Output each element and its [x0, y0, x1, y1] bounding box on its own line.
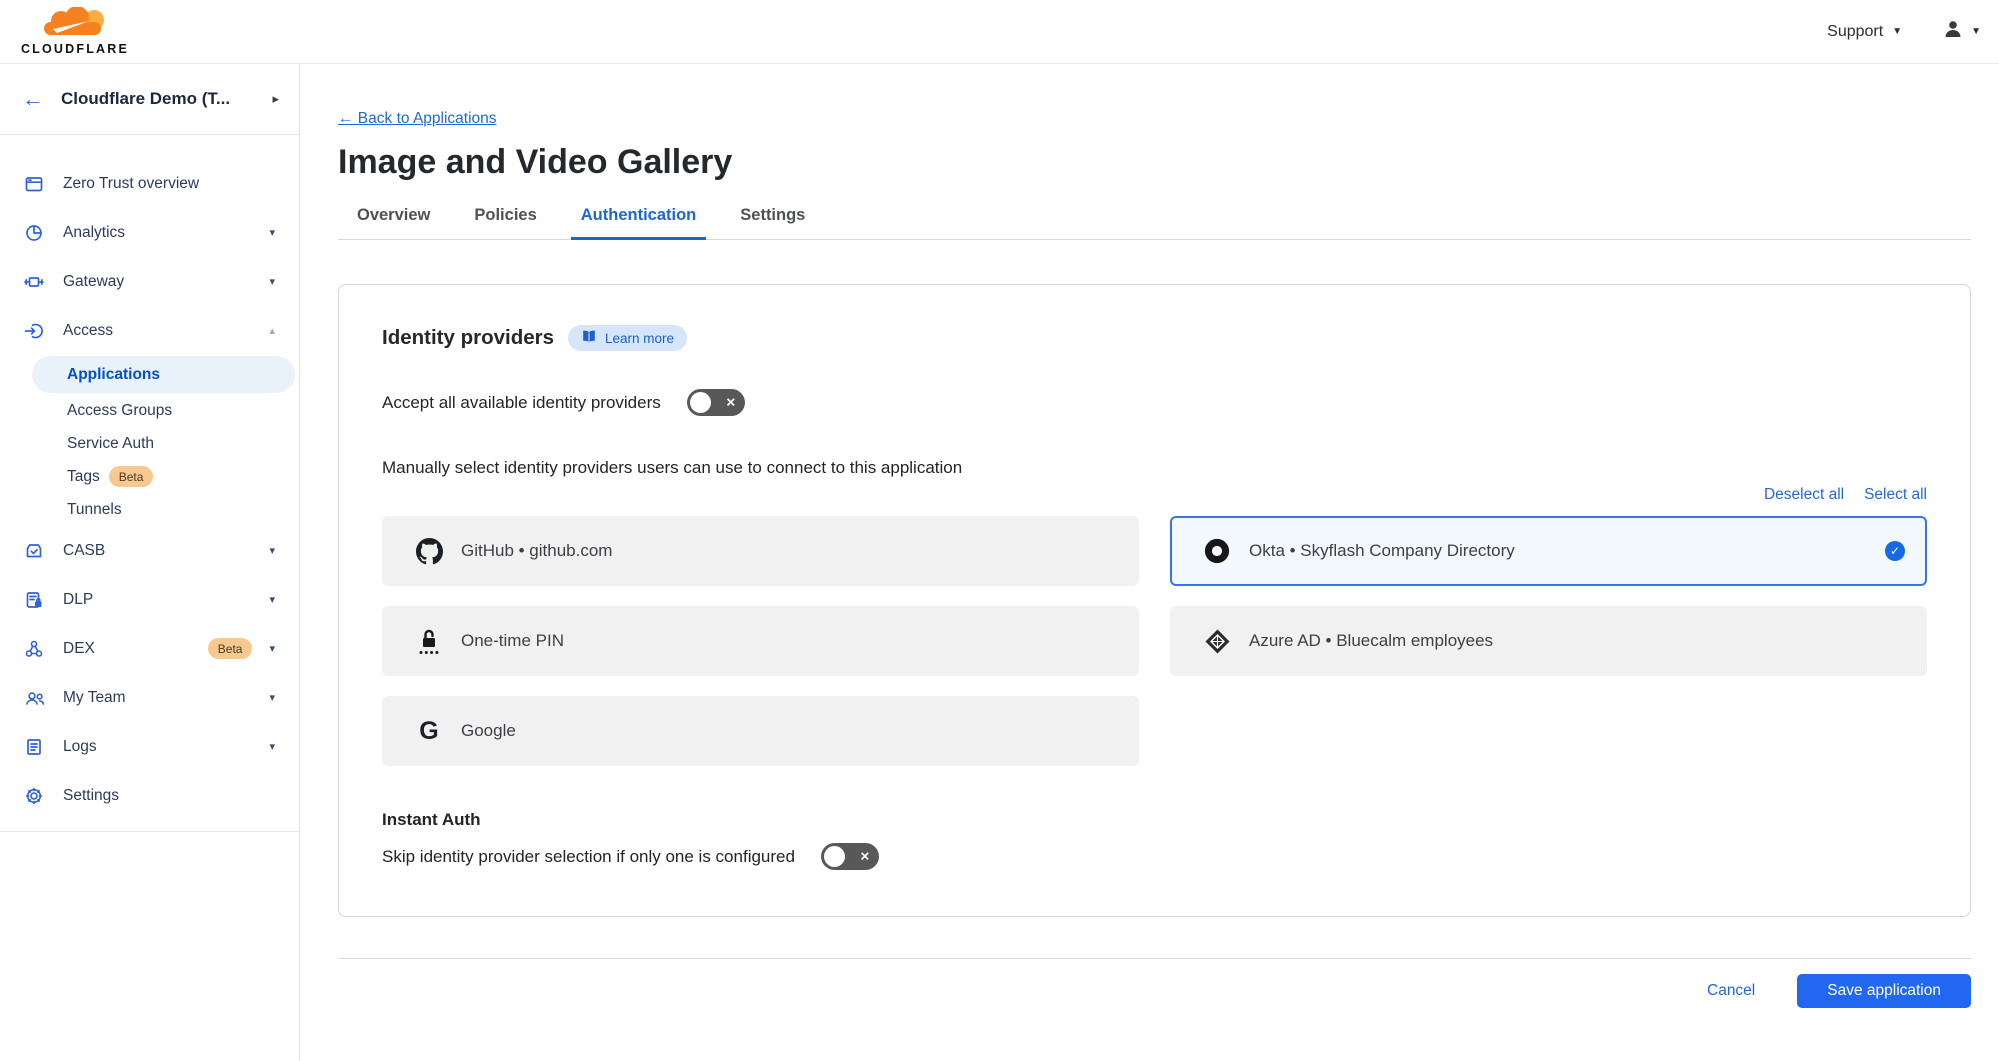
instant-auth-label: Skip identity provider selection if only…	[382, 847, 795, 867]
identity-providers-card: Identity providers Learn more Accept all…	[338, 284, 1971, 917]
analytics-pie-icon	[24, 223, 46, 243]
my-team-people-icon	[24, 688, 46, 708]
sidebar-item-analytics[interactable]: Analytics ▾	[0, 208, 299, 257]
sidebar-item-tags[interactable]: Tags Beta	[0, 460, 299, 493]
cloudflare-cloud-icon	[31, 7, 119, 44]
support-menu[interactable]: Support ▼	[1827, 23, 1902, 41]
support-label: Support	[1827, 23, 1883, 41]
instant-auth-heading: Instant Auth	[382, 810, 1927, 830]
dex-network-icon	[24, 639, 46, 659]
tab-settings[interactable]: Settings	[730, 206, 815, 240]
provider-grid: GitHub • github.com Okta • Skyflash Comp…	[382, 516, 1927, 766]
provider-azure-ad[interactable]: Azure AD • Bluecalm employees	[1170, 606, 1927, 676]
learn-more-badge[interactable]: Learn more	[568, 325, 687, 351]
sidebar-item-tunnels[interactable]: Tunnels	[0, 493, 299, 526]
cloudflare-logo[interactable]: CLOUDFLARE	[12, 7, 138, 56]
provider-one-time-pin[interactable]: One-time PIN	[382, 606, 1139, 676]
gateway-icon	[24, 272, 46, 292]
main-content: ← Back to Applications Image and Video G…	[300, 64, 1999, 1061]
provider-google[interactable]: G Google	[382, 696, 1139, 766]
provider-github[interactable]: GitHub • github.com	[382, 516, 1139, 586]
one-time-pin-lock-icon	[414, 628, 444, 655]
user-menu[interactable]: ▼	[1942, 19, 1981, 44]
instant-auth-row: Skip identity provider selection if only…	[382, 843, 1927, 870]
toggle-off-x-icon: ✕	[726, 395, 736, 409]
manual-select-text: Manually select identity providers users…	[382, 458, 1927, 478]
chevron-down-icon: ▾	[269, 642, 275, 655]
learn-more-label: Learn more	[605, 331, 674, 346]
chevron-down-icon: ▾	[269, 544, 275, 557]
back-arrow-icon[interactable]: ←	[22, 88, 44, 110]
chevron-down-icon: ▼	[1971, 26, 1981, 37]
chevron-right-icon[interactable]: ▸	[272, 91, 279, 107]
overview-window-icon	[24, 174, 46, 194]
cancel-button[interactable]: Cancel	[1707, 982, 1755, 1000]
dlp-document-lock-icon	[24, 590, 46, 610]
card-header: Identity providers Learn more	[382, 325, 1927, 351]
sidebar-item-gateway[interactable]: Gateway ▾	[0, 257, 299, 306]
github-icon	[414, 538, 444, 565]
tab-bar: Overview Policies Authentication Setting…	[338, 206, 1971, 240]
beta-badge: Beta	[109, 466, 154, 487]
select-all-link[interactable]: Select all	[1864, 486, 1927, 504]
sidebar-nav: Zero Trust overview Analytics ▾ Gateway …	[0, 135, 299, 832]
chevron-down-icon: ▾	[269, 226, 275, 239]
casb-box-check-icon	[24, 541, 46, 561]
logs-list-icon	[24, 737, 46, 757]
cloudflare-logo-text: CLOUDFLARE	[21, 42, 129, 56]
footer-divider	[338, 958, 1971, 959]
gear-icon	[24, 786, 46, 806]
accept-all-label: Accept all available identity providers	[382, 393, 661, 413]
provider-okta[interactable]: Okta • Skyflash Company Directory ✓	[1170, 516, 1927, 586]
beta-badge: Beta	[208, 638, 253, 659]
top-bar: CLOUDFLARE Support ▼ ▼	[0, 0, 1999, 64]
sidebar-item-zero-trust-overview[interactable]: Zero Trust overview	[0, 159, 299, 208]
sidebar: ← Cloudflare Demo (T... ▸ Zero Trust ove…	[0, 64, 300, 1061]
chevron-down-icon: ▾	[269, 740, 275, 753]
sidebar-item-access[interactable]: Access ▴	[0, 306, 299, 355]
azure-ad-icon	[1202, 628, 1232, 655]
toggle-knob	[824, 846, 845, 867]
footer-actions: Cancel Save application	[338, 974, 1971, 1008]
toggle-off-x-icon: ✕	[860, 849, 870, 863]
sidebar-divider	[0, 831, 299, 832]
sidebar-item-applications[interactable]: Applications	[32, 356, 295, 393]
sidebar-item-my-team[interactable]: My Team ▾	[0, 673, 299, 722]
accept-all-row: Accept all available identity providers …	[382, 389, 1927, 416]
card-title: Identity providers	[382, 326, 554, 350]
okta-icon	[1202, 537, 1232, 565]
chevron-down-icon: ▼	[1892, 26, 1902, 37]
sidebar-item-dlp[interactable]: DLP ▾	[0, 575, 299, 624]
back-to-applications-link[interactable]: ← Back to Applications	[338, 110, 497, 128]
toggle-knob	[690, 392, 711, 413]
sidebar-item-access-groups[interactable]: Access Groups	[0, 394, 299, 427]
save-application-button[interactable]: Save application	[1797, 974, 1971, 1008]
sidebar-item-casb[interactable]: CASB ▾	[0, 526, 299, 575]
account-name[interactable]: Cloudflare Demo (T...	[61, 89, 255, 109]
tab-policies[interactable]: Policies	[464, 206, 546, 240]
book-icon	[581, 329, 597, 347]
google-icon: G	[414, 719, 444, 744]
chevron-up-icon: ▴	[269, 324, 275, 337]
selection-links: Deselect all Select all	[382, 486, 1927, 504]
deselect-all-link[interactable]: Deselect all	[1764, 486, 1844, 504]
sidebar-account-header: ← Cloudflare Demo (T... ▸	[0, 64, 299, 135]
sidebar-item-logs[interactable]: Logs ▾	[0, 722, 299, 771]
access-login-icon	[24, 321, 46, 341]
sidebar-item-settings[interactable]: Settings	[0, 771, 299, 820]
instant-auth-toggle[interactable]: ✕	[821, 843, 879, 870]
chevron-down-icon: ▾	[269, 593, 275, 606]
sidebar-item-service-auth[interactable]: Service Auth	[0, 427, 299, 460]
selected-check-icon: ✓	[1885, 541, 1905, 561]
chevron-down-icon: ▾	[269, 691, 275, 704]
user-icon	[1942, 19, 1964, 44]
sidebar-item-dex[interactable]: DEX Beta ▾	[0, 624, 299, 673]
page-title: Image and Video Gallery	[338, 143, 1971, 182]
tab-overview[interactable]: Overview	[347, 206, 440, 240]
accept-all-toggle[interactable]: ✕	[687, 389, 745, 416]
tab-authentication[interactable]: Authentication	[571, 206, 707, 240]
topbar-right: Support ▼ ▼	[1827, 19, 1985, 44]
chevron-down-icon: ▾	[269, 275, 275, 288]
